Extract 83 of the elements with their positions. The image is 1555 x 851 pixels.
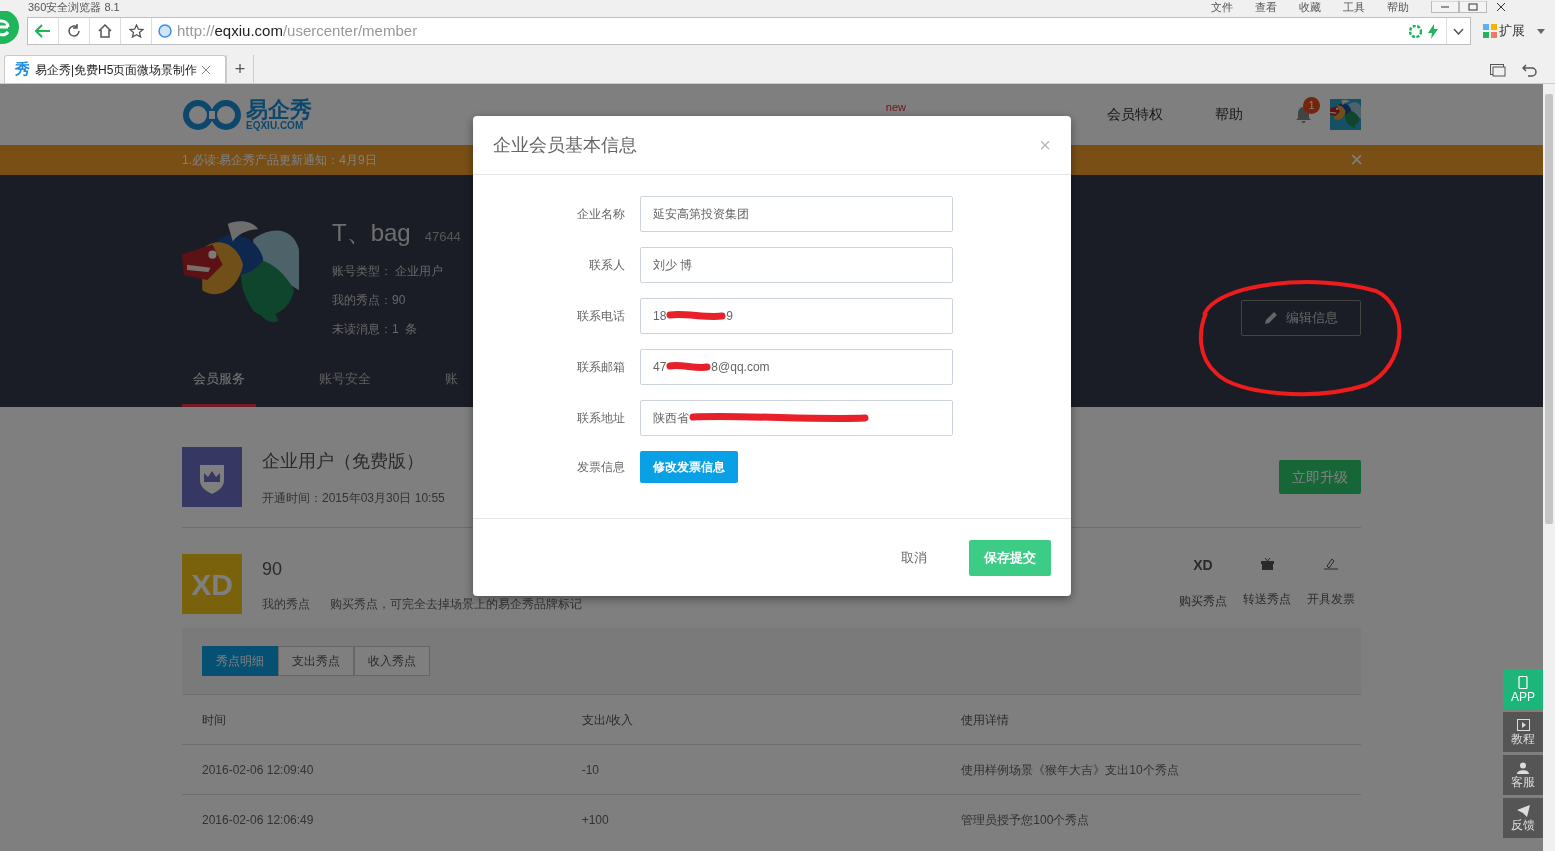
side-button[interactable]: 反馈 [1503,798,1543,838]
side-button[interactable]: 教程 [1503,712,1543,752]
logo-domain: EQXIU.COM [246,120,304,131]
column-header: 时间 [202,711,227,729]
phone-icon [1518,675,1528,689]
field-label: 联系邮箱 [576,359,625,376]
menu-item[interactable]: 收藏 [1299,1,1321,13]
plan-title: 企业用户（免费版） [262,449,425,473]
points-amount: 90 [262,557,284,581]
history-tab[interactable]: 支出秀点 [278,646,354,676]
extensions-button[interactable]: 扩展 [1499,21,1525,41]
redaction-scribble [666,362,712,372]
profile-tab[interactable]: 账号安全 [308,353,382,407]
logo-text: 易企秀 [246,98,312,121]
edit-info-button[interactable]: 编辑信息 [1241,300,1361,336]
points-icon: XD [1193,558,1213,572]
table-cell-text: -10 [581,761,600,779]
notification-badge: 1 [1303,96,1320,114]
extensions-icon [1483,24,1497,38]
field-label: 发票信息 [576,459,625,476]
input-field[interactable]: 陕西省 [640,400,953,436]
column-header: 支出/收入 [581,711,634,729]
new-tab-button[interactable]: + [226,55,254,83]
points-badge-icon: XD [182,554,242,614]
scrollbar[interactable] [1543,84,1555,851]
logo-icon [182,98,244,131]
caret-icon[interactable] [1537,28,1545,34]
points-action-link[interactable]: 开具发票 [1307,590,1355,608]
table-cell-text: 2016-02-06 12:09:40 [202,761,315,779]
side-button[interactable]: 客服 [1503,755,1543,795]
nav-link[interactable]: 帮助 [1215,104,1243,125]
modal-title: 企业会员基本信息 [493,133,637,157]
paper-plane-icon [1516,805,1530,817]
table-cell-text: 2016-02-06 12:06:49 [202,811,315,829]
new-label: new [885,100,906,116]
pencil-icon [1264,311,1278,325]
input-field[interactable]: 47 8@qq.com [640,349,953,385]
input-field[interactable]: 延安高第投资集团 [640,196,953,232]
tab-title: 易企秀|免费H5页面微场景制作 [35,61,198,79]
browser-tab[interactable]: 秀 易企秀|免费H5页面微场景制作 [4,55,226,83]
edit-invoice-button[interactable]: 修改发票信息 [640,451,738,483]
profile-info-text: 账号类型： 企业用户 [332,263,445,280]
field-label: 联系地址 [576,410,625,427]
input-field[interactable]: 刘少 博 [640,247,953,283]
cancel-button[interactable]: 取消 [901,547,927,568]
column-header: 使用详情 [961,711,1011,729]
field-label: 企业名称 [576,206,625,223]
table-cell-text: 管理员授予您100个秀点 [961,811,1091,829]
history-tab[interactable]: 收入秀点 [354,646,430,676]
profile-tab[interactable]: 会员服务 [182,353,256,407]
menu-item[interactable]: 帮助 [1387,1,1409,13]
undo-icon[interactable] [1522,64,1537,77]
play-icon [1516,719,1530,731]
window-title: 360安全浏览器 8.1 [28,1,120,13]
plan-open-time: 开通时间：2015年03月30日 10:55 [262,489,445,507]
user-name: T、bag [332,218,411,248]
field-label: 联系电话 [576,308,625,325]
input-field[interactable]: 18 9 [640,298,953,334]
profile-info-text: 我的秀点：90 [332,292,407,309]
points-action-link[interactable]: 转送秀点 [1243,590,1291,608]
pen-icon [1324,558,1338,570]
field-label: 联系人 [588,257,625,274]
points-action-link[interactable]: 购买秀点 [1179,592,1227,610]
user-id: 47644 [424,228,461,246]
table-cell-text: 使用样例场景《猴年大吉》支出10个秀点 [961,761,1180,779]
site-favicon: 秀 [15,59,30,80]
windows-icon[interactable] [1490,64,1506,77]
person-icon [1517,762,1529,774]
minimize-icon[interactable] [1431,1,1459,13]
redaction-scribble [666,311,727,321]
profile-info-text: 未读消息：1 条 [332,321,419,338]
side-button[interactable]: APP [1503,669,1543,709]
menu-item[interactable]: 查看 [1255,1,1277,13]
nav-link[interactable]: 会员特权 [1107,104,1163,125]
browser-logo-icon [0,11,20,45]
profile-tab[interactable]: 账 [434,353,469,407]
menu-item[interactable]: 工具 [1343,1,1365,13]
menu-item[interactable]: 文件 [1211,1,1233,13]
points-label: 我的秀点 [262,595,310,613]
gift-icon [1260,558,1274,570]
table-cell-text: +100 [581,811,610,829]
history-tab[interactable]: 秀点明细 [202,646,278,676]
crown-badge-icon [182,447,242,507]
